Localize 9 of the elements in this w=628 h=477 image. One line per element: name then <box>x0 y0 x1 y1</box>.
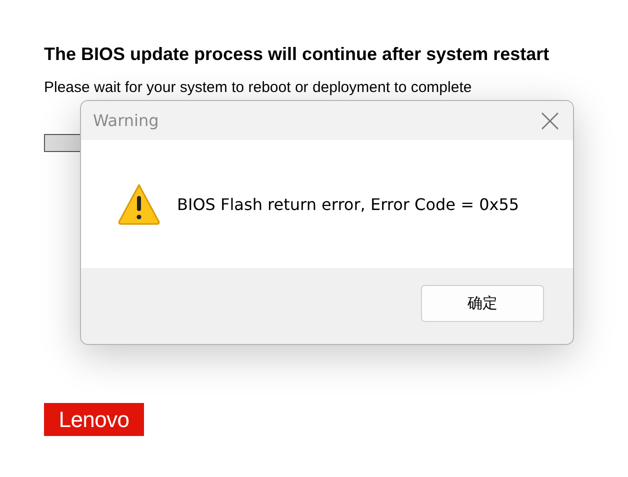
page-heading: The BIOS update process will continue after system restart <box>44 44 550 65</box>
page-subtitle: Please wait for your system to reboot or deployment to complete <box>44 79 473 96</box>
close-icon <box>541 112 559 130</box>
ok-button[interactable]: 确定 <box>421 285 544 322</box>
close-button[interactable] <box>541 112 559 130</box>
brand-logo: Lenovo <box>44 403 144 436</box>
warning-icon <box>117 182 161 226</box>
error-message: BIOS Flash return error, Error Code = 0x55 <box>177 194 520 214</box>
dialog-title: Warning <box>93 111 159 130</box>
